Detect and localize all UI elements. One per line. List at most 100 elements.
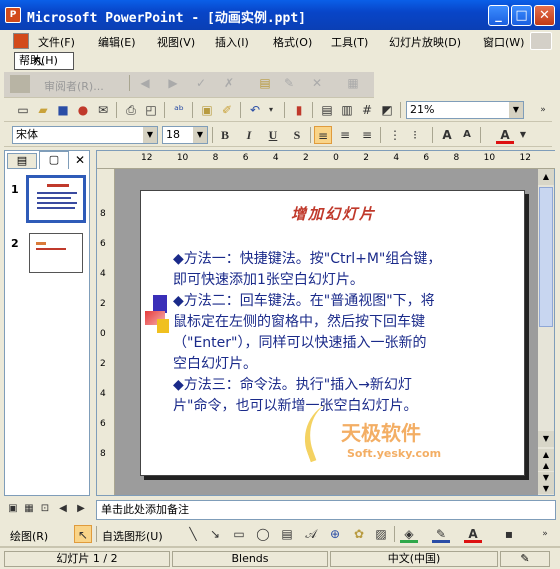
notes-pane[interactable]: 单击此处添加备注 <box>96 500 556 520</box>
toolbar-options-icon[interactable]: » <box>536 525 554 543</box>
window-title: Microsoft PowerPoint - [动画实例.ppt] <box>27 11 306 26</box>
delete-comment-icon[interactable]: ✕ <box>308 74 326 92</box>
align-left-button[interactable]: ≡ <box>314 126 332 144</box>
picture-icon[interactable]: ▨ <box>372 525 390 543</box>
font-color-icon[interactable]: A <box>464 525 482 543</box>
menu-window[interactable]: 窗口(W) <box>483 34 524 50</box>
menu-slideshow[interactable]: 幻灯片放映(D) <box>389 34 461 50</box>
diagram-icon[interactable]: ⊕ <box>326 525 344 543</box>
permission-icon[interactable]: ● <box>74 101 92 119</box>
font-name-combo[interactable]: 宋体 ▼ <box>12 126 158 144</box>
scrollbar-thumb[interactable] <box>539 187 553 327</box>
close-document-button[interactable] <box>530 32 552 50</box>
slide-thumbnail-2[interactable] <box>29 233 83 273</box>
scroll-left-icon[interactable]: ◀ <box>54 500 72 518</box>
align-center-button[interactable]: ≡ <box>336 126 354 144</box>
chart-icon[interactable]: ▮ <box>290 101 308 119</box>
arrow-icon[interactable]: ↘ <box>206 525 224 543</box>
minimize-button[interactable]: _ <box>488 5 509 26</box>
menu-format[interactable]: 格式(O) <box>273 34 312 50</box>
outline-tab[interactable]: ▤ <box>7 153 37 169</box>
paste-icon[interactable]: ▣ <box>198 101 216 119</box>
reject-change-icon[interactable]: ✗ <box>220 74 238 92</box>
edit-comment-icon[interactable]: ✎ <box>280 74 298 92</box>
insert-comment-icon[interactable]: ▤ <box>256 74 274 92</box>
italic-button[interactable]: I <box>240 126 258 144</box>
format-painter-icon[interactable]: ✐ <box>218 101 236 119</box>
slideshow-view-icon[interactable]: ⊡ <box>36 500 54 518</box>
wordart-icon[interactable]: 𝒜 <box>302 525 320 543</box>
underline-button[interactable]: U <box>264 126 282 144</box>
ruler-tick: 8 <box>212 153 219 163</box>
table-icon[interactable]: ▤ <box>318 101 336 119</box>
slide-canvas[interactable]: 增加幻灯片 ◆方法一：快捷键法。按"Ctrl+M"组合键， 即可快速添加1张空白… <box>140 190 525 476</box>
clipart-icon[interactable]: ✿ <box>350 525 368 543</box>
font-color-button[interactable]: A <box>496 126 514 144</box>
shadow-style-icon[interactable]: ▪ <box>500 525 518 543</box>
slide-thumbnail-1[interactable] <box>26 175 86 223</box>
next-comment-icon[interactable]: ▶ <box>164 74 182 92</box>
vertical-scrollbar[interactable]: ▲ ▼ ▲ ▲ ▼ ▼ <box>538 169 554 495</box>
menu-edit[interactable]: 编辑(E) <box>98 34 136 50</box>
menu-insert[interactable]: 插入(I) <box>215 34 249 50</box>
previous-slide-icon[interactable]: ▲ ▲ <box>538 449 554 471</box>
cursor-icon: ↖ <box>33 54 45 70</box>
reviewer-dropdown[interactable]: 审阅者(R)... <box>44 78 104 94</box>
reviewing-toolbar: 审阅者(R)... ◀ ▶ ✓ ✗ ▤ ✎ ✕ ▦ <box>4 72 374 98</box>
chevron-down-icon[interactable]: ▼ <box>193 127 207 143</box>
numbering-icon[interactable]: ⋮ <box>386 126 404 144</box>
slide-title[interactable]: 增加幻灯片 <box>141 203 526 224</box>
next-slide-icon[interactable]: ▼ ▼ <box>538 472 554 494</box>
autoshapes-menu[interactable]: 自选图形(U) <box>102 528 163 544</box>
color-grayscale-icon[interactable]: ◩ <box>378 101 396 119</box>
chevron-down-icon[interactable]: ▼ <box>143 127 157 143</box>
scroll-right-icon[interactable]: ▶ <box>72 500 90 518</box>
shadow-button[interactable]: S <box>288 126 306 144</box>
show-grid-icon[interactable]: # <box>358 101 376 119</box>
bold-button[interactable]: B <box>216 126 234 144</box>
draw-menu[interactable]: 绘图(R) <box>10 528 48 544</box>
powerpoint-app-icon[interactable]: P <box>5 7 21 23</box>
align-right-button[interactable]: ≡ <box>358 126 376 144</box>
tables-borders-icon[interactable]: ▥ <box>338 101 356 119</box>
scroll-down-icon[interactable]: ▼ <box>538 431 554 447</box>
toolbar-options-icon[interactable]: » <box>534 101 552 119</box>
increase-font-button[interactable]: A <box>438 126 456 144</box>
accept-change-icon[interactable]: ✓ <box>192 74 210 92</box>
close-button[interactable]: ✕ <box>534 5 555 26</box>
undo-dropdown-icon[interactable]: ▾ <box>262 101 280 119</box>
font-size-combo[interactable]: 18 ▼ <box>162 126 208 144</box>
decrease-font-button[interactable]: A <box>458 126 476 144</box>
menu-tools[interactable]: 工具(T) <box>331 34 368 50</box>
textbox-icon[interactable]: ▤ <box>278 525 296 543</box>
close-pane-icon[interactable]: ✕ <box>75 153 85 167</box>
reviewing-pane-icon[interactable]: ▦ <box>344 74 362 92</box>
open-icon[interactable]: ▰ <box>34 101 52 119</box>
save-icon[interactable]: ■ <box>54 101 72 119</box>
chevron-down-icon[interactable]: ▼ <box>514 126 532 144</box>
print-preview-icon[interactable]: ◰ <box>142 101 160 119</box>
spelling-icon[interactable]: ᵃᵇ <box>170 101 188 119</box>
slides-tab[interactable]: ▢ <box>39 151 69 169</box>
maximize-button[interactable]: □ <box>511 5 532 26</box>
fill-color-icon[interactable]: ◈ <box>400 525 418 543</box>
document-icon[interactable] <box>13 33 29 49</box>
new-icon[interactable]: ▭ <box>14 101 32 119</box>
ruler-tick: 4 <box>100 389 106 399</box>
line-icon[interactable]: ╲ <box>184 525 202 543</box>
select-objects-icon[interactable]: ↖ <box>74 525 92 543</box>
menu-view[interactable]: 视图(V) <box>157 34 195 50</box>
zoom-combo[interactable]: 21% ▼ <box>406 101 524 119</box>
rectangle-icon[interactable]: ▭ <box>230 525 248 543</box>
menu-file[interactable]: 文件(F) <box>38 34 75 50</box>
scroll-up-icon[interactable]: ▲ <box>538 169 554 185</box>
print-icon[interactable]: ⎙ <box>122 101 140 119</box>
bullets-icon[interactable]: ⁝ <box>406 126 424 144</box>
thumbnail-text-line <box>37 197 71 199</box>
chevron-down-icon[interactable]: ▼ <box>509 102 523 118</box>
email-icon[interactable]: ✉ <box>94 101 112 119</box>
previous-comment-icon[interactable]: ◀ <box>136 74 154 92</box>
line-color-icon[interactable]: ✎ <box>432 525 450 543</box>
oval-icon[interactable]: ◯ <box>254 525 272 543</box>
reviewer-icon[interactable] <box>10 75 30 93</box>
